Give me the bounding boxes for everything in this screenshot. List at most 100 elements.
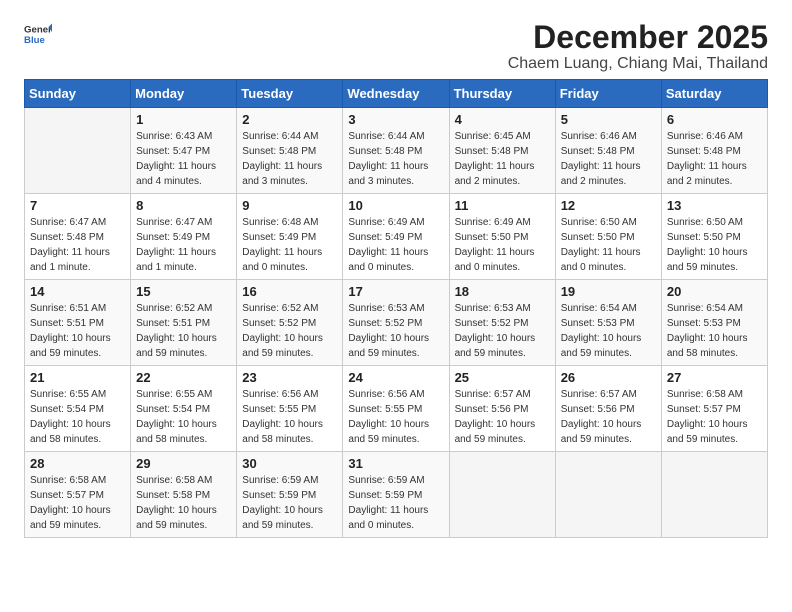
- day-number: 22: [136, 370, 231, 385]
- day-number: 16: [242, 284, 337, 299]
- calendar-cell: 28 Sunrise: 6:58 AM Sunset: 5:57 PM Dayli…: [25, 452, 131, 538]
- day-info: Sunrise: 6:50 AM Sunset: 5:50 PM Dayligh…: [667, 215, 762, 275]
- logo-icon: General Blue: [24, 20, 52, 48]
- day-info: Sunrise: 6:55 AM Sunset: 5:54 PM Dayligh…: [136, 387, 231, 447]
- page-header: General Blue December 2025 Chaem Luang, …: [24, 20, 768, 73]
- subtitle: Chaem Luang, Chiang Mai, Thailand: [508, 55, 768, 73]
- calendar-cell: 16 Sunrise: 6:52 AM Sunset: 5:52 PM Dayli…: [237, 280, 343, 366]
- day-number: 7: [30, 198, 125, 213]
- calendar-cell: 12Sunrise: 6:50 AM Sunset: 5:50 PM Dayli…: [555, 194, 661, 280]
- day-info: Sunrise: 6:47 AM Sunset: 5:48 PM Dayligh…: [30, 215, 125, 275]
- day-info: Sunrise: 6:49 AM Sunset: 5:50 PM Dayligh…: [455, 215, 550, 275]
- day-number: 15: [136, 284, 231, 299]
- weekday-header: Sunday: [25, 80, 131, 108]
- day-number: 12: [561, 198, 656, 213]
- weekday-header: Thursday: [449, 80, 555, 108]
- weekday-header: Tuesday: [237, 80, 343, 108]
- day-info: Sunrise: 6:54 AM Sunset: 5:53 PM Dayligh…: [667, 301, 762, 361]
- day-number: 25: [455, 370, 550, 385]
- calendar-cell: 21 Sunrise: 6:55 AM Sunset: 5:54 PM Dayli…: [25, 366, 131, 452]
- calendar-cell: [25, 108, 131, 194]
- calendar-cell: 18Sunrise: 6:53 AM Sunset: 5:52 PM Dayli…: [449, 280, 555, 366]
- day-number: 29: [136, 456, 231, 471]
- day-number: 27: [667, 370, 762, 385]
- day-number: 11: [455, 198, 550, 213]
- calendar-cell: 23 Sunrise: 6:56 AM Sunset: 5:55 PM Dayli…: [237, 366, 343, 452]
- day-info: Sunrise: 6:52 AM Sunset: 5:51 PM Dayligh…: [136, 301, 231, 361]
- day-number: 1: [136, 112, 231, 127]
- day-info: Sunrise: 6:51 AM Sunset: 5:51 PM Dayligh…: [30, 301, 125, 361]
- calendar-cell: 2 Sunrise: 6:44 AM Sunset: 5:48 PM Daylig…: [237, 108, 343, 194]
- day-info: Sunrise: 6:53 AM Sunset: 5:52 PM Dayligh…: [348, 301, 443, 361]
- day-info: Sunrise: 6:57 AM Sunset: 5:56 PM Dayligh…: [561, 387, 656, 447]
- day-number: 28: [30, 456, 125, 471]
- calendar-week-row: 28 Sunrise: 6:58 AM Sunset: 5:57 PM Dayli…: [25, 452, 768, 538]
- calendar-cell: 3 Sunrise: 6:44 AM Sunset: 5:48 PM Daylig…: [343, 108, 449, 194]
- calendar-cell: 14 Sunrise: 6:51 AM Sunset: 5:51 PM Dayli…: [25, 280, 131, 366]
- day-number: 30: [242, 456, 337, 471]
- weekday-header: Monday: [131, 80, 237, 108]
- day-info: Sunrise: 6:56 AM Sunset: 5:55 PM Dayligh…: [348, 387, 443, 447]
- calendar-cell: [661, 452, 767, 538]
- day-number: 14: [30, 284, 125, 299]
- day-info: Sunrise: 6:43 AM Sunset: 5:47 PM Dayligh…: [136, 129, 231, 189]
- day-info: Sunrise: 6:59 AM Sunset: 5:59 PM Dayligh…: [348, 473, 443, 533]
- calendar-cell: 7 Sunrise: 6:47 AM Sunset: 5:48 PM Daylig…: [25, 194, 131, 280]
- weekday-header: Wednesday: [343, 80, 449, 108]
- calendar-cell: 5 Sunrise: 6:46 AM Sunset: 5:48 PM Daylig…: [555, 108, 661, 194]
- calendar-cell: 6Sunrise: 6:46 AM Sunset: 5:48 PM Daylig…: [661, 108, 767, 194]
- calendar-cell: 11 Sunrise: 6:49 AM Sunset: 5:50 PM Dayli…: [449, 194, 555, 280]
- day-info: Sunrise: 6:46 AM Sunset: 5:48 PM Dayligh…: [667, 129, 762, 189]
- day-number: 26: [561, 370, 656, 385]
- day-number: 31: [348, 456, 443, 471]
- svg-text:General: General: [24, 24, 52, 35]
- day-number: 19: [561, 284, 656, 299]
- day-number: 10: [348, 198, 443, 213]
- day-info: Sunrise: 6:58 AM Sunset: 5:57 PM Dayligh…: [30, 473, 125, 533]
- calendar-table: SundayMondayTuesdayWednesdayThursdayFrid…: [24, 79, 768, 538]
- day-info: Sunrise: 6:57 AM Sunset: 5:56 PM Dayligh…: [455, 387, 550, 447]
- day-number: 5: [561, 112, 656, 127]
- weekday-header: Friday: [555, 80, 661, 108]
- svg-text:Blue: Blue: [24, 35, 45, 46]
- day-info: Sunrise: 6:58 AM Sunset: 5:57 PM Dayligh…: [667, 387, 762, 447]
- day-info: Sunrise: 6:44 AM Sunset: 5:48 PM Dayligh…: [242, 129, 337, 189]
- day-number: 4: [455, 112, 550, 127]
- calendar-cell: 1 Sunrise: 6:43 AM Sunset: 5:47 PM Daylig…: [131, 108, 237, 194]
- day-number: 23: [242, 370, 337, 385]
- day-info: Sunrise: 6:52 AM Sunset: 5:52 PM Dayligh…: [242, 301, 337, 361]
- day-number: 24: [348, 370, 443, 385]
- calendar-cell: 15 Sunrise: 6:52 AM Sunset: 5:51 PM Dayli…: [131, 280, 237, 366]
- day-info: Sunrise: 6:55 AM Sunset: 5:54 PM Dayligh…: [30, 387, 125, 447]
- day-number: 21: [30, 370, 125, 385]
- day-number: 3: [348, 112, 443, 127]
- calendar-cell: 13 Sunrise: 6:50 AM Sunset: 5:50 PM Dayli…: [661, 194, 767, 280]
- calendar-cell: 27 Sunrise: 6:58 AM Sunset: 5:57 PM Dayli…: [661, 366, 767, 452]
- logo: General Blue: [24, 20, 52, 48]
- calendar-cell: 31 Sunrise: 6:59 AM Sunset: 5:59 PM Dayli…: [343, 452, 449, 538]
- calendar-cell: 22 Sunrise: 6:55 AM Sunset: 5:54 PM Dayli…: [131, 366, 237, 452]
- day-info: Sunrise: 6:48 AM Sunset: 5:49 PM Dayligh…: [242, 215, 337, 275]
- day-number: 13: [667, 198, 762, 213]
- weekday-header: Saturday: [661, 80, 767, 108]
- day-number: 9: [242, 198, 337, 213]
- day-number: 18: [455, 284, 550, 299]
- calendar-cell: 30Sunrise: 6:59 AM Sunset: 5:59 PM Dayli…: [237, 452, 343, 538]
- calendar-cell: 20 Sunrise: 6:54 AM Sunset: 5:53 PM Dayli…: [661, 280, 767, 366]
- calendar-cell: [555, 452, 661, 538]
- title-block: December 2025 Chaem Luang, Chiang Mai, T…: [508, 20, 768, 73]
- day-info: Sunrise: 6:46 AM Sunset: 5:48 PM Dayligh…: [561, 129, 656, 189]
- calendar-cell: 8Sunrise: 6:47 AM Sunset: 5:49 PM Daylig…: [131, 194, 237, 280]
- calendar-cell: 17Sunrise: 6:53 AM Sunset: 5:52 PM Dayli…: [343, 280, 449, 366]
- calendar-cell: 29Sunrise: 6:58 AM Sunset: 5:58 PM Dayli…: [131, 452, 237, 538]
- calendar-cell: 25 Sunrise: 6:57 AM Sunset: 5:56 PM Dayli…: [449, 366, 555, 452]
- day-number: 20: [667, 284, 762, 299]
- calendar-week-row: 14 Sunrise: 6:51 AM Sunset: 5:51 PM Dayli…: [25, 280, 768, 366]
- day-number: 2: [242, 112, 337, 127]
- calendar-cell: 4Sunrise: 6:45 AM Sunset: 5:48 PM Daylig…: [449, 108, 555, 194]
- day-info: Sunrise: 6:44 AM Sunset: 5:48 PM Dayligh…: [348, 129, 443, 189]
- calendar-week-row: 1 Sunrise: 6:43 AM Sunset: 5:47 PM Daylig…: [25, 108, 768, 194]
- day-info: Sunrise: 6:56 AM Sunset: 5:55 PM Dayligh…: [242, 387, 337, 447]
- calendar-week-row: 7 Sunrise: 6:47 AM Sunset: 5:48 PM Daylig…: [25, 194, 768, 280]
- weekday-header-row: SundayMondayTuesdayWednesdayThursdayFrid…: [25, 80, 768, 108]
